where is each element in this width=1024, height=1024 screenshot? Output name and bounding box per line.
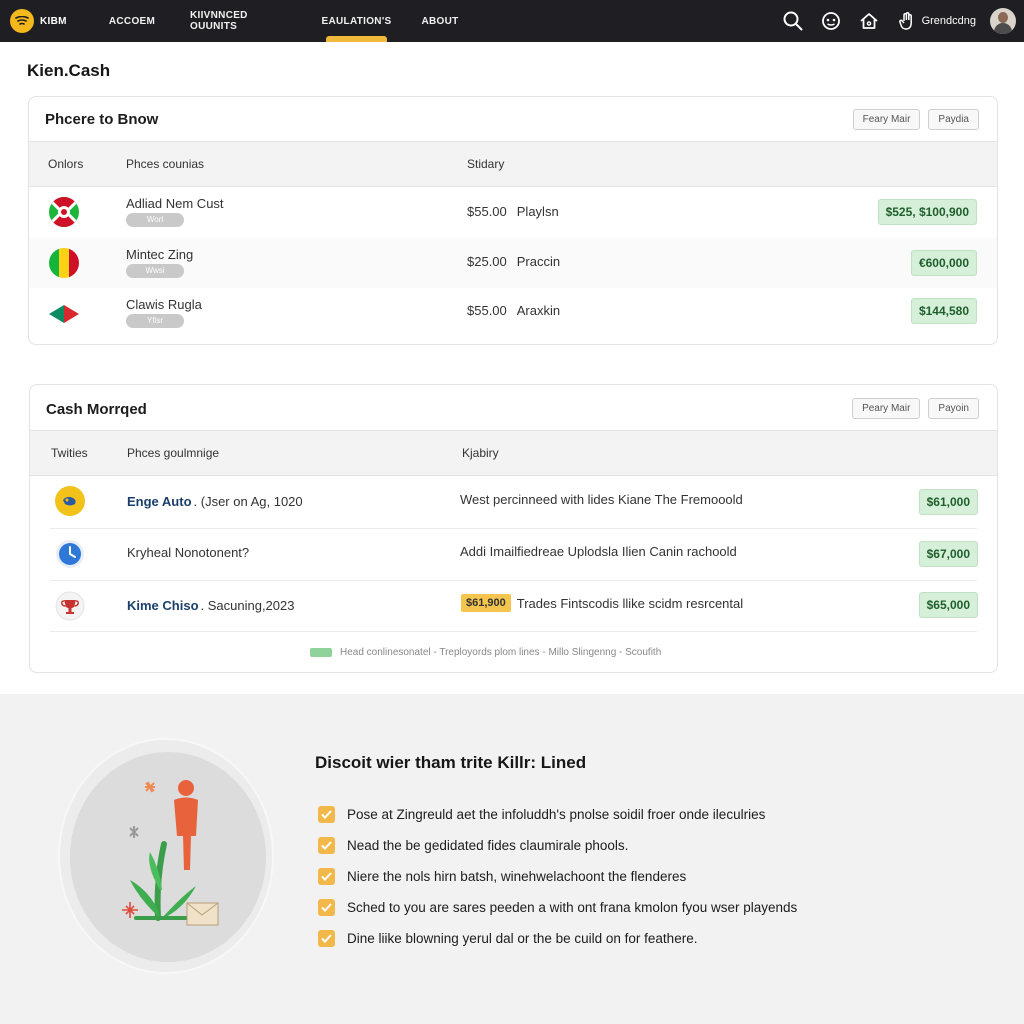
- table-header: Onlors Phces counias Stidary: [29, 141, 997, 187]
- card-phcere: Phcere to Bnow Feary Mair Paydia Onlors …: [28, 96, 998, 345]
- legend-text: Head conlinesonatel - Treployords plom l…: [340, 647, 662, 658]
- mali-flag-icon: [49, 248, 79, 278]
- flag-icon: [49, 299, 79, 329]
- table-row[interactable]: Adliad Nem Cust Worl $55.00 Playlsn $525…: [29, 187, 997, 238]
- peary-mair-button[interactable]: Peary Mair: [852, 398, 921, 419]
- checklist-text: Dine liike blowning yerul dal or the be …: [347, 931, 698, 946]
- highlight-tag: $61,900: [461, 594, 511, 612]
- row-pill: Wwsi: [126, 264, 184, 278]
- payoin-button[interactable]: Payoin: [928, 398, 979, 419]
- row-price: $55.00: [467, 204, 507, 219]
- page-title: Kien.Cash: [27, 61, 111, 80]
- brand[interactable]: KIBM: [10, 9, 67, 33]
- checklist-item: Niere the nols hirn batsh, winehwelachoo…: [318, 861, 797, 892]
- illustration: [58, 738, 274, 974]
- bot-icon[interactable]: [820, 10, 842, 32]
- row-pill: Yfisr: [126, 314, 184, 328]
- row-status: Araxkin: [516, 303, 561, 318]
- row-status: Playlsn: [516, 204, 559, 219]
- card-cash-morrqed: Cash Morrqed Peary Mair Payoin Twities P…: [29, 384, 998, 673]
- checklist-item: Dine liike blowning yerul dal or the be …: [318, 923, 797, 954]
- row-subtitle: Kryheal Nonotonent?: [127, 545, 250, 560]
- amount-badge: $65,000: [918, 592, 978, 618]
- trophy-icon: [55, 591, 85, 621]
- column-header: Kjabiry: [462, 446, 499, 460]
- nav-item-evaluations[interactable]: EAULATION'S: [322, 0, 391, 42]
- table-row[interactable]: Clawis Rugla Yfisr $55.00 Araxkin $144,5…: [29, 288, 997, 339]
- row-name: Clawis Rugla: [126, 297, 202, 312]
- card-title: Phcere to Bnow: [45, 111, 159, 128]
- amount-badge: €600,000: [910, 250, 977, 276]
- column-header: Onlors: [48, 157, 84, 171]
- table-row[interactable]: Kime Chiso . Sacuning,2023 $61,900 Trade…: [30, 581, 997, 631]
- row-name: Enge Auto: [127, 494, 192, 509]
- row-subtitle: . Sacuning,2023: [200, 598, 295, 613]
- row-description: Addi Imailfiedreae Uplodsla Ilien Canin …: [460, 544, 737, 559]
- clock-icon: [55, 539, 85, 569]
- top-navbar: KIBM ACCOEM KIIVNNCED OUUNITS EAULATION'…: [0, 0, 1024, 42]
- checklist-text: Sched to you are sares peeden a with ont…: [347, 900, 798, 915]
- checklist: Pose at Zingreuld aet the infoluddh's pn…: [318, 799, 797, 954]
- discover-title: Discoit wier tham trite Killr: Lined: [315, 753, 587, 772]
- nav-item-accoem[interactable]: ACCOEM: [108, 0, 156, 42]
- checkbox[interactable]: [318, 899, 335, 916]
- amount-badge: $525, $100,900: [877, 199, 977, 225]
- checklist-item: Sched to you are sares peeden a with ont…: [318, 892, 797, 923]
- legend-swatch: [310, 648, 332, 657]
- checklist-item: Nead the be gedidated fides claumirale p…: [318, 830, 797, 861]
- amount-badge: $61,000: [918, 489, 978, 515]
- row-price: $55.00: [467, 303, 507, 318]
- feary-mair-button[interactable]: Feary Mair: [852, 109, 921, 130]
- column-header: Stidary: [467, 157, 505, 171]
- table-row[interactable]: Mintec Zing Wwsi $25.00 Praccin €600,000: [29, 238, 997, 288]
- burundi-flag-icon: [49, 197, 79, 227]
- amount-badge: $144,580: [910, 298, 977, 324]
- row-description: West percinneed with lides Kiane The Fre…: [460, 492, 743, 507]
- amount-badge: $67,000: [918, 541, 978, 567]
- checkbox[interactable]: [318, 806, 335, 823]
- checkbox[interactable]: [318, 930, 335, 947]
- brand-name: KIBM: [40, 15, 67, 27]
- home-icon[interactable]: [858, 10, 880, 32]
- checkbox[interactable]: [318, 837, 335, 854]
- row-pill: Worl: [126, 213, 184, 227]
- hand-icon[interactable]: [896, 10, 918, 32]
- checklist-item: Pose at Zingreuld aet the infoluddh's pn…: [318, 799, 797, 830]
- row-name: Kime Chiso: [127, 598, 199, 613]
- checklist-text: Nead the be gedidated fides claumirale p…: [347, 838, 629, 853]
- table-header: Twities Phces goulmnige Kjabiry: [30, 430, 997, 476]
- table-row[interactable]: Kryheal Nonotonent? Addi Imailfiedreae U…: [30, 529, 997, 580]
- checklist-text: Pose at Zingreuld aet the infoluddh's pn…: [347, 807, 766, 822]
- avatar[interactable]: [990, 8, 1016, 34]
- paydia-button[interactable]: Paydia: [928, 109, 979, 130]
- table-legend: Head conlinesonatel - Treployords plom l…: [310, 647, 661, 658]
- user-name[interactable]: Grendcdng: [922, 15, 976, 27]
- row-description: Trades Fintscodis llike scidm resrcental: [516, 595, 744, 611]
- nav-item-about[interactable]: ABOUT: [421, 0, 459, 42]
- column-header: Phces goulmnige: [127, 446, 220, 460]
- coin-icon: [55, 486, 85, 516]
- checklist-text: Niere the nols hirn batsh, winehwelachoo…: [347, 869, 687, 884]
- row-name: Adliad Nem Cust: [126, 196, 224, 211]
- row-price: $25.00: [467, 254, 507, 269]
- checkbox[interactable]: [318, 868, 335, 885]
- nav-item-units[interactable]: KIIVNNCED OUUNITS: [190, 0, 294, 42]
- column-header: Phces counias: [126, 157, 205, 171]
- card-title: Cash Morrqed: [46, 401, 147, 418]
- column-header: Twities: [51, 446, 88, 460]
- row-status: Praccin: [516, 254, 561, 269]
- row-name: Mintec Zing: [126, 247, 194, 262]
- brand-logo-icon: [10, 9, 34, 33]
- table-row[interactable]: Enge Auto . (Jser on Ag, 1020 West perci…: [30, 476, 997, 528]
- row-subtitle: . (Jser on Ag, 1020: [193, 494, 303, 509]
- search-icon[interactable]: [782, 10, 804, 32]
